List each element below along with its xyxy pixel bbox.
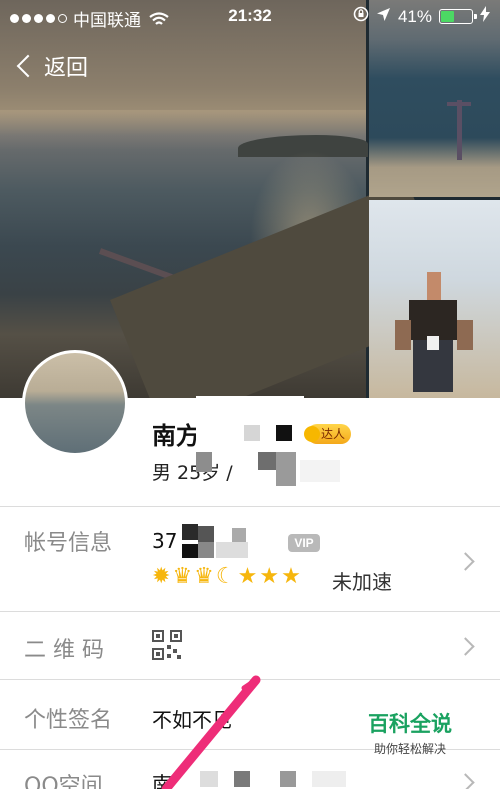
battery-percent: 41% (397, 6, 432, 26)
redaction-mosaic (280, 771, 296, 787)
row-qr-code[interactable]: 二 维 码 (0, 611, 500, 679)
redaction-mosaic (244, 425, 260, 441)
vip-badge: VIP (288, 534, 320, 552)
redaction-mosaic (200, 771, 218, 787)
chevron-right-icon (456, 552, 475, 571)
badge-label: 达人 (321, 427, 346, 441)
pixelated-figure (457, 320, 473, 350)
location-arrow-icon (376, 7, 391, 27)
star-icon: ★ (281, 564, 301, 589)
pixelated-figure (427, 336, 439, 350)
battery-nub (474, 14, 477, 19)
redaction-mosaic (216, 542, 248, 558)
badge-medal-icon (304, 426, 320, 442)
status-bar: 中国联通 21:32 41% (0, 0, 500, 34)
redaction-mosaic (198, 542, 214, 558)
level-icons: ✹ ♛ ♛ ☾ ★ ★ ★ (152, 566, 301, 588)
battery-fill (441, 11, 455, 22)
redaction-mosaic (182, 524, 198, 540)
pixelated-figure (409, 300, 457, 340)
expert-badge: 达人 (304, 424, 352, 444)
redaction-mosaic (182, 544, 198, 558)
qzone-name: 南 (152, 772, 172, 789)
row-label: 帐号信息 (24, 531, 113, 556)
chevron-right-icon (456, 637, 475, 656)
back-chevron-icon (16, 54, 40, 78)
redaction-mosaic (196, 452, 212, 472)
photo-pier (447, 102, 471, 106)
redaction-mosaic (300, 460, 340, 482)
battery-icon (439, 9, 477, 24)
crown-icon: ♛ (194, 564, 214, 589)
profile-name: 南方 (152, 422, 200, 450)
charging-bolt-icon (480, 6, 490, 27)
rotation-lock-icon (353, 6, 369, 27)
chevron-right-icon (456, 773, 475, 789)
redaction-mosaic (234, 771, 250, 787)
profile-subinfo: 男 25岁 / (152, 462, 233, 484)
watermark: 百科全说 助你轻松解决 (350, 708, 470, 764)
redaction-mosaic (276, 425, 292, 441)
account-number: 37 (152, 529, 178, 553)
photo-header: 返回 (0, 0, 500, 398)
avatar[interactable] (22, 350, 128, 456)
watermark-subtitle: 助你轻松解决 (373, 742, 446, 756)
star-icon: ★ (259, 564, 280, 589)
star-icon: ★ (237, 564, 258, 589)
secondary-photo-bottom[interactable] (369, 200, 500, 398)
crown-icon: ♛ (172, 564, 193, 589)
back-label: 返回 (44, 56, 89, 81)
pixelated-figure (395, 320, 411, 350)
row-label: 二 维 码 (24, 638, 104, 663)
photo-pier (457, 100, 462, 160)
pixelated-figure (427, 272, 441, 302)
status-right: 41% (353, 6, 490, 27)
row-label: 个性签名 (24, 708, 113, 733)
sun-icon: ✹ (152, 564, 171, 589)
redaction-mosaic (276, 452, 296, 486)
redaction-mosaic (258, 452, 276, 470)
redaction-mosaic (198, 526, 214, 542)
row-label: QQ空间 (24, 774, 103, 789)
signature-text: 不如不见 (152, 708, 232, 732)
moon-icon: ☾ (215, 564, 236, 589)
watermark-title: 百科全说 (368, 712, 452, 736)
qr-code-icon (152, 630, 182, 660)
redaction-mosaic (312, 771, 346, 787)
back-button[interactable]: 返回 (14, 50, 88, 82)
speed-status: 未加速 (332, 570, 392, 594)
row-account-info[interactable]: 帐号信息 37 (0, 506, 500, 611)
